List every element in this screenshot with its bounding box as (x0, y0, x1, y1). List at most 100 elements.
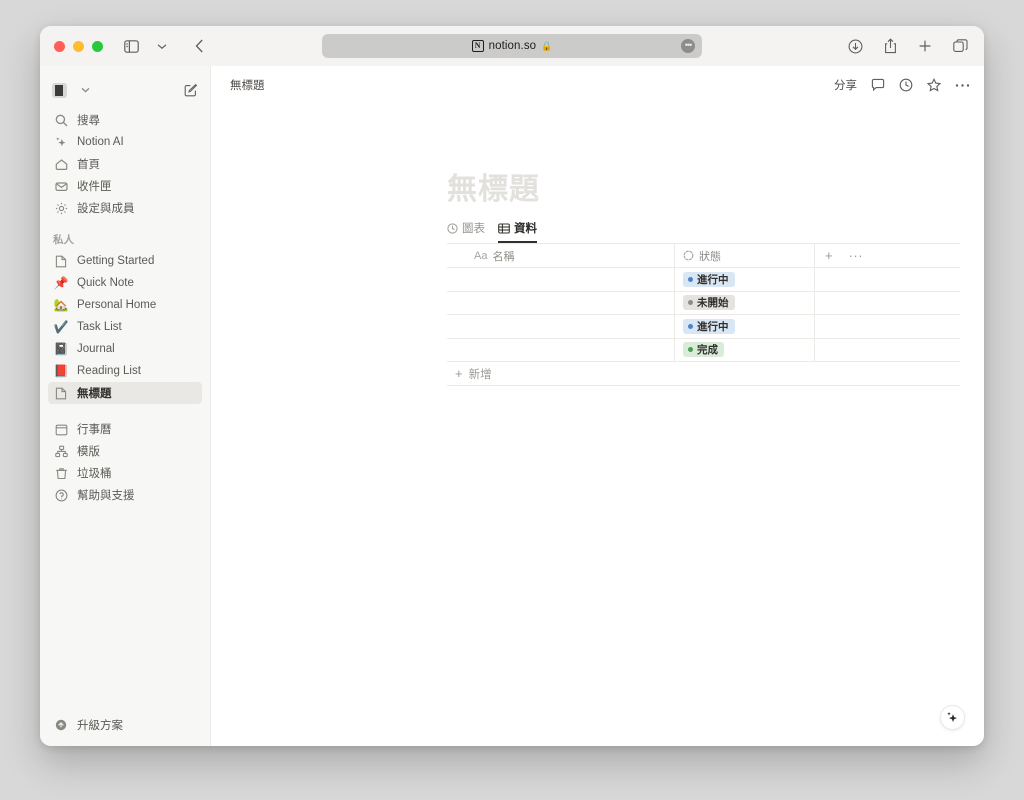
share-icon[interactable] (880, 36, 900, 56)
history-icon[interactable] (899, 78, 913, 92)
sidebar-divider (40, 404, 210, 418)
add-row-button[interactable]: + 新增 (447, 362, 960, 386)
sidebar-item-getting-started[interactable]: Getting Started (48, 250, 202, 272)
comment-icon[interactable] (871, 78, 885, 92)
sidebar-item-inbox[interactable]: 收件匣 (48, 175, 202, 197)
column-label: 狀態 (699, 248, 721, 264)
sidebar-footer: 升級方案 (40, 714, 210, 746)
sidebar-item-trash[interactable]: 垃圾桶 (48, 462, 202, 484)
star-icon[interactable] (927, 78, 941, 92)
tab-data[interactable]: 資料 (498, 220, 537, 243)
sidebar-item-label: Journal (77, 343, 115, 355)
ai-assistant-button[interactable] (940, 705, 965, 730)
cell-status[interactable]: 進行中 (675, 268, 815, 291)
sidebar-item-label: 搜尋 (77, 112, 100, 128)
sidebar-item-templates[interactable]: 模版 (48, 440, 202, 462)
share-button[interactable]: 分享 (834, 77, 857, 93)
download-icon[interactable] (845, 36, 865, 56)
sidebar-toggle-icon[interactable] (121, 36, 141, 56)
sidebar-item-calendar[interactable]: 行事曆 (48, 418, 202, 440)
status-badge: 未開始 (683, 295, 735, 310)
table-row[interactable]: 進行中 (447, 268, 960, 292)
chevron-down-icon[interactable] (152, 36, 172, 56)
workspace-switcher[interactable] (48, 75, 202, 105)
clock-icon (447, 223, 458, 234)
table-header-row: Aa 名稱 (447, 244, 960, 268)
workspace-avatar (52, 83, 67, 98)
lock-icon: 🔒 (541, 41, 552, 52)
status-dot-icon (688, 277, 693, 282)
table-row[interactable]: 未開始 (447, 292, 960, 316)
compose-icon[interactable] (184, 83, 198, 97)
close-window-button[interactable] (54, 41, 65, 52)
sidebar-item-search[interactable]: 搜尋 (48, 109, 202, 131)
cell-extra (815, 339, 960, 362)
text-type-icon: Aa (474, 250, 487, 262)
page-title[interactable]: 無標題 (447, 164, 984, 208)
cell-name[interactable] (447, 268, 675, 291)
add-row-label: 新增 (469, 366, 492, 382)
new-tab-icon[interactable] (915, 36, 935, 56)
sidebar-item-label: 首頁 (77, 156, 100, 172)
sidebar-item-reading-list[interactable]: 📕 Reading List (48, 360, 202, 382)
sidebar-item-home[interactable]: 首頁 (48, 153, 202, 175)
status-label: 進行中 (697, 272, 729, 287)
cell-name[interactable] (447, 315, 675, 338)
browser-window: N notion.so 🔒 ••• (40, 26, 984, 746)
page-header: 無標題 分享 (211, 66, 984, 104)
status-badge: 完成 (683, 342, 724, 357)
chevron-down-icon[interactable] (81, 85, 90, 95)
sidebar-item-label: Task List (77, 321, 122, 333)
sidebar-item-label: 模版 (77, 443, 100, 459)
help-icon (53, 487, 69, 503)
pin-emoji-icon: 📌 (53, 275, 69, 291)
sidebar-item-journal[interactable]: 📓 Journal (48, 338, 202, 360)
sidebar-item-personal-home[interactable]: 🏡 Personal Home (48, 294, 202, 316)
sidebar-item-untitled[interactable]: 無標題 (48, 382, 202, 404)
sidebar-item-label: 收件匣 (77, 178, 112, 194)
trash-icon (53, 465, 69, 481)
cell-name[interactable] (447, 339, 675, 362)
plus-icon[interactable]: + (825, 249, 833, 262)
column-header-name[interactable]: Aa 名稱 (447, 244, 675, 267)
cell-status[interactable]: 完成 (675, 339, 815, 362)
address-bar-menu-icon[interactable]: ••• (681, 39, 695, 53)
sidebar-item-quick-note[interactable]: 📌 Quick Note (48, 272, 202, 294)
table-row[interactable]: 完成 (447, 339, 960, 363)
sidebar-item-notion-ai[interactable]: Notion AI (48, 131, 202, 153)
status-dot-icon (688, 324, 693, 329)
breadcrumb[interactable]: 無標題 (225, 75, 270, 95)
sidebar-item-task-list[interactable]: ✔️ Task List (48, 316, 202, 338)
minimize-window-button[interactable] (73, 41, 84, 52)
page-content: 無標題 圖表 (211, 104, 984, 746)
table-row[interactable]: 進行中 (447, 315, 960, 339)
cell-name[interactable] (447, 292, 675, 315)
tab-label: 資料 (514, 220, 537, 236)
back-button[interactable] (189, 36, 209, 56)
sparkle-icon (53, 134, 69, 150)
status-badge: 進行中 (683, 319, 735, 334)
gear-icon (53, 200, 69, 216)
cell-status[interactable]: 進行中 (675, 315, 815, 338)
sidebar-item-help[interactable]: 幫助與支援 (48, 484, 202, 506)
upgrade-icon (53, 717, 69, 733)
notion-favicon-icon: N (472, 40, 484, 52)
sidebar-item-label: 垃圾桶 (77, 465, 112, 481)
status-label: 完成 (697, 342, 718, 357)
screenshot-root: N notion.so 🔒 ••• (0, 0, 1024, 800)
column-header-status[interactable]: 狀態 (675, 244, 815, 267)
sidebar-item-upgrade-plan[interactable]: 升級方案 (48, 714, 202, 736)
tab-chart[interactable]: 圖表 (447, 220, 485, 243)
address-bar[interactable]: N notion.so 🔒 ••• (322, 34, 702, 58)
cell-status[interactable]: 未開始 (675, 292, 815, 315)
sidebar-item-settings[interactable]: 設定與成員 (48, 197, 202, 219)
main-area: 無標題 分享 (211, 66, 984, 746)
cell-extra (815, 292, 960, 315)
maximize-window-button[interactable] (92, 41, 103, 52)
more-icon[interactable] (955, 83, 970, 88)
ellipsis-icon[interactable]: ··· (849, 249, 864, 262)
tab-overview-icon[interactable] (950, 36, 970, 56)
page-icon (53, 253, 69, 269)
status-badge: 進行中 (683, 272, 735, 287)
sidebar-item-label: Personal Home (77, 299, 156, 311)
